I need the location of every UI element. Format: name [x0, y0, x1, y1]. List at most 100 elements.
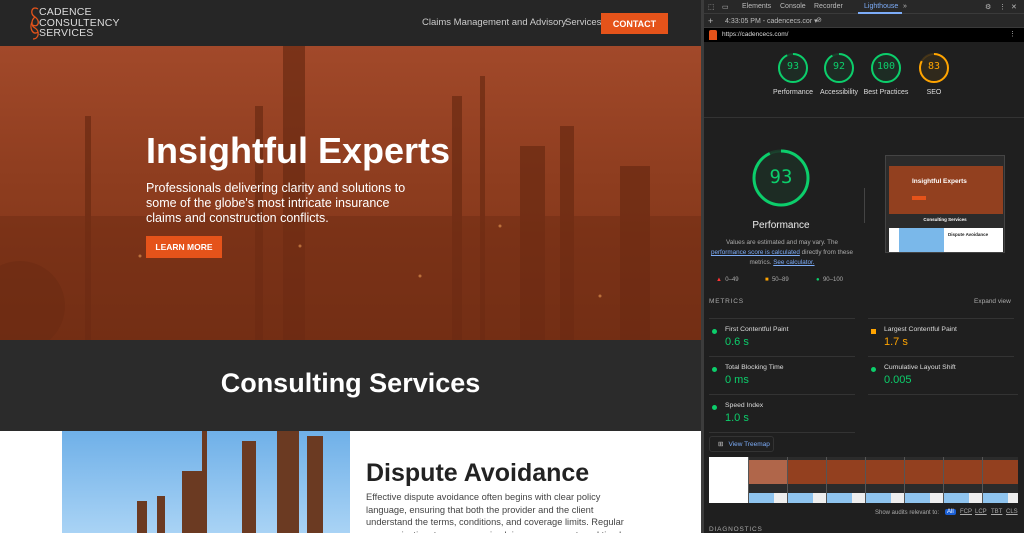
logo-line: CADENCE: [39, 6, 92, 18]
legend-average: ■ 50–89: [765, 277, 789, 283]
note-text: Values are estimated and may vary. The: [726, 239, 838, 246]
status-icon: [712, 329, 717, 334]
consulting-services-section: Consulting Services: [0, 340, 701, 431]
nav-services[interactable]: Services: [565, 17, 601, 28]
devtools-tabbar: ⬚ ▭ Elements Console Recorder Lighthouse…: [704, 0, 1024, 14]
hero-title: Insightful Experts: [146, 130, 451, 171]
filmstrip-frame: [982, 457, 1018, 503]
clear-icon[interactable]: ⊘: [816, 16, 822, 24]
filmstrip: [709, 457, 1018, 503]
nav-claims-management[interactable]: Claims Management and Advisory: [422, 17, 566, 28]
tab-elements[interactable]: Elements: [742, 3, 771, 10]
thumb-title: Insightful Experts: [912, 178, 967, 185]
metric-1: Largest Contentful Paint 1.7 s: [868, 318, 1014, 356]
dispute-avoidance-section: Dispute Avoidance Effective dispute avoi…: [0, 431, 701, 533]
learn-more-button[interactable]: LEARN MORE: [146, 236, 222, 258]
status-icon: [871, 367, 876, 372]
metrics-heading: METRICS: [709, 298, 744, 305]
triangle-icon: ▲: [716, 277, 722, 283]
filter-fcp[interactable]: FCP: [958, 509, 974, 515]
filter-cls[interactable]: CLS: [1004, 509, 1020, 515]
see-calculator-link[interactable]: See calculator.: [773, 259, 814, 266]
filmstrip-frame: [748, 457, 788, 503]
legend-pass: ● 90–100: [816, 277, 843, 283]
divider: [864, 188, 865, 223]
website-viewport: CADENCE CONSULTENCY SERVICES Claims Mana…: [0, 0, 701, 533]
metric-value: 0.005: [884, 374, 912, 386]
final-screenshot-thumbnail[interactable]: Insightful Experts Consulting Services D…: [885, 155, 1005, 253]
diagnostics-heading: DIAGNOSTICS: [709, 526, 763, 533]
metric-name: First Contentful Paint: [725, 326, 789, 333]
square-icon: ■: [765, 277, 769, 283]
hero-section: Insightful Experts Professionals deliver…: [0, 46, 701, 340]
legend-label: 90–100: [822, 277, 843, 283]
logo-line: SERVICES: [39, 27, 94, 39]
more-options-icon[interactable]: ⋮: [999, 3, 1006, 11]
view-treemap-button[interactable]: ⊞ View Treemap: [709, 436, 774, 452]
metric-4: Speed Index 1.0 s: [709, 394, 855, 432]
filmstrip-frame: [826, 457, 866, 503]
metric-0: First Contentful Paint 0.6 s: [709, 318, 855, 356]
performance-main-label: Performance: [752, 220, 810, 231]
metric-name: Speed Index: [725, 402, 764, 409]
gear-icon[interactable]: ⚙: [985, 3, 991, 11]
url-bar: https://cadencecs.com/ ⋮: [704, 28, 1024, 42]
legend-fail: ▲ 0–49: [716, 277, 739, 283]
performance-main-score: 93: [769, 166, 793, 188]
metric-value: 1.0 s: [725, 412, 749, 424]
legend-label: 0–49: [725, 277, 739, 283]
article-title: Dispute Avoidance: [366, 459, 590, 487]
circle-icon: ●: [816, 277, 820, 283]
score-note: Values are estimated and may vary. The p…: [710, 238, 854, 268]
industrial-towers-image: [62, 431, 350, 533]
treemap-label: View Treemap: [728, 440, 770, 448]
filmstrip-frame: [904, 457, 944, 503]
gauge-score: 93: [786, 61, 800, 72]
filmstrip-frame: [787, 457, 827, 503]
metric-name: Largest Contentful Paint: [884, 326, 957, 333]
filmstrip-frame: [943, 457, 983, 503]
more-tabs-icon[interactable]: »: [903, 3, 907, 10]
metric-value: 0.6 s: [725, 336, 749, 348]
logo-text[interactable]: CADENCE CONSULTENCY SERVICES: [39, 7, 120, 39]
hero-subtitle: Professionals delivering clarity and sol…: [146, 181, 406, 225]
score-calculated-link[interactable]: performance score is calculated: [711, 249, 800, 256]
metric-2: Total Blocking Time 0 ms: [709, 356, 855, 394]
treemap-icon: ⊞: [718, 441, 724, 448]
devtools-panel: ⬚ ▭ Elements Console Recorder Lighthouse…: [704, 0, 1024, 533]
gauge-score: 92: [832, 61, 846, 72]
status-icon: [712, 367, 717, 372]
section-title: Consulting Services: [220, 368, 481, 398]
url-menu-icon[interactable]: ⋮: [1009, 30, 1016, 38]
close-icon[interactable]: ✕: [1011, 3, 1017, 11]
status-icon: [871, 329, 876, 334]
metric-name: Total Blocking Time: [725, 364, 784, 371]
thumb-section: Consulting Services: [923, 217, 967, 222]
metric-3: Cumulative Layout Shift 0.005: [868, 356, 1014, 394]
filter-lcp[interactable]: LCP: [973, 509, 989, 515]
article-body: Effective dispute avoidance often begins…: [366, 492, 626, 533]
metric-name: Cumulative Layout Shift: [884, 364, 956, 371]
metric-value: 1.7 s: [884, 336, 908, 348]
gauge-score: 100: [876, 61, 896, 72]
thumb-article: Dispute Avoidance: [948, 232, 989, 237]
tab-console[interactable]: Console: [780, 3, 806, 10]
report-selector-label: 4:33:05 PM - cadencecs.cor: [725, 18, 813, 25]
filter-tbt[interactable]: TBT: [989, 509, 1004, 515]
filter-label: Show audits relevant to:: [875, 510, 940, 516]
audited-url[interactable]: https://cadencecs.com/: [722, 31, 788, 38]
tab-recorder[interactable]: Recorder: [814, 3, 843, 10]
contact-button[interactable]: CONTACT: [601, 13, 668, 34]
metric-value: 0 ms: [725, 374, 749, 386]
expand-view-toggle[interactable]: Expand view: [974, 298, 1011, 305]
status-icon: [712, 405, 717, 410]
tab-lighthouse[interactable]: Lighthouse: [864, 3, 898, 10]
inspect-icon[interactable]: ⬚: [708, 3, 715, 11]
filter-all[interactable]: All: [945, 509, 956, 515]
add-report-icon[interactable]: +: [708, 16, 713, 26]
lighthouse-toolbar: + 4:33:05 PM - cadencecs.cor ▾ ⊘: [704, 14, 1024, 28]
report-selector[interactable]: 4:33:05 PM - cadencecs.cor ▾: [725, 17, 818, 25]
legend-label: 50–89: [771, 277, 789, 283]
lighthouse-logo-icon: [709, 30, 717, 40]
device-toolbar-icon[interactable]: ▭: [722, 3, 729, 11]
